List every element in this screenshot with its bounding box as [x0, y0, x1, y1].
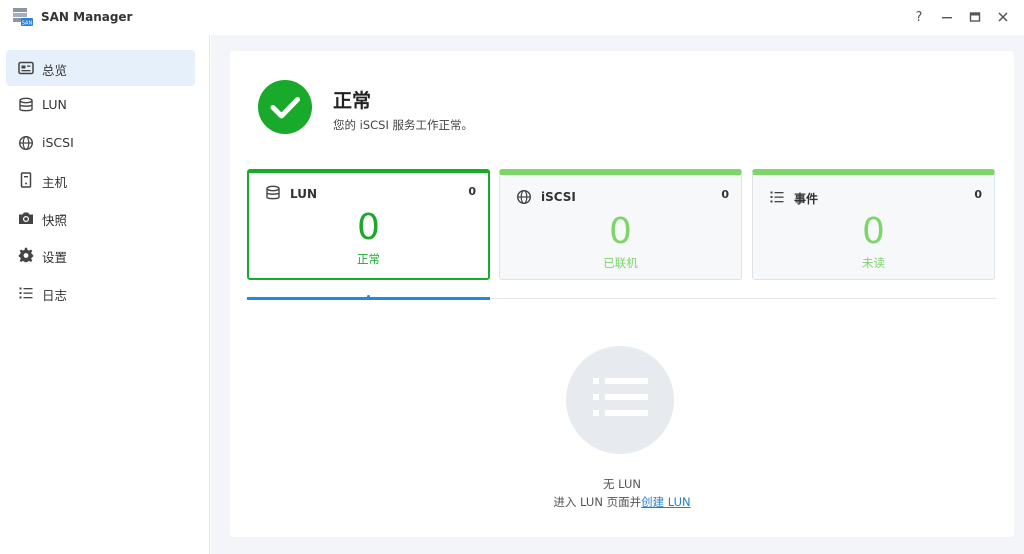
main-content: 正常 您的 iSCSI 服务工作正常。 LUN 0 0 正常 iSCSI 0 0… — [211, 35, 1024, 554]
card-value: 0 — [609, 211, 632, 252]
events-summary-card[interactable]: 事件 0 0 未读 — [752, 169, 995, 280]
close-button[interactable] — [994, 8, 1012, 26]
tab-indicator-dot — [367, 295, 370, 298]
globe-icon — [18, 135, 34, 151]
list-icon — [19, 287, 33, 299]
sidebar-item-settings[interactable]: 设置 — [6, 237, 195, 273]
sidebar-item-label: LUN — [42, 97, 67, 112]
card-count: 0 — [721, 188, 729, 201]
camera-icon — [19, 212, 33, 224]
card-value: 0 — [357, 207, 380, 248]
help-button[interactable]: ? — [910, 8, 928, 26]
card-label: LUN — [290, 187, 318, 201]
database-icon — [266, 185, 280, 200]
gear-icon — [18, 247, 34, 263]
minimize-icon — [942, 17, 952, 19]
app-title: SAN Manager — [41, 10, 133, 24]
card-sub-label: 正常 — [357, 252, 380, 266]
create-lun-link[interactable]: 创建 LUN — [641, 495, 691, 509]
status-description: 您的 iSCSI 服务工作正常。 — [333, 118, 474, 132]
sidebar-item-overview[interactable]: 总览 — [6, 50, 195, 86]
sidebar-item-label: iSCSI — [42, 135, 74, 150]
sidebar-item-label: 日志 — [42, 288, 68, 303]
card-label: 事件 — [794, 192, 819, 206]
database-icon — [19, 97, 33, 112]
list-icon — [770, 191, 784, 203]
status-title: 正常 — [333, 90, 372, 112]
card-value: 0 — [862, 211, 885, 252]
minimize-button[interactable] — [938, 8, 956, 26]
help-icon: ? — [915, 9, 923, 25]
sidebar-item-label: 设置 — [42, 250, 68, 265]
sidebar-item-snapshot[interactable]: 快照 — [6, 200, 195, 236]
iscsi-summary-card[interactable]: iSCSI 0 0 已联机 — [499, 169, 742, 280]
card-count: 0 — [468, 185, 476, 198]
card-sub-label: 未读 — [862, 256, 885, 270]
list-icon — [593, 378, 648, 416]
san-manager-window: SAN SAN Manager ? 总览 LUN iSCSI 主机 快照 设置 … — [0, 0, 1024, 554]
maximize-button[interactable] — [966, 8, 984, 26]
status-ok-icon — [258, 80, 312, 134]
sidebar-item-label: 总览 — [42, 63, 68, 78]
card-sub-label: 已联机 — [603, 256, 638, 270]
sidebar-item-host[interactable]: 主机 — [6, 162, 195, 198]
empty-list-icon — [566, 346, 674, 454]
sidebar-item-label: 快照 — [42, 213, 68, 228]
empty-state-hint: 进入 LUN 页面并创建 LUN — [230, 494, 1014, 510]
card-count: 0 — [974, 188, 982, 201]
checkmark-icon — [270, 97, 300, 119]
card-label: iSCSI — [541, 190, 576, 204]
maximize-icon — [969, 12, 981, 22]
sidebar: 总览 LUN iSCSI 主机 快照 设置 日志 — [0, 35, 210, 554]
lun-summary-card[interactable]: LUN 0 0 正常 — [247, 169, 490, 280]
host-icon — [20, 172, 32, 188]
close-icon — [998, 12, 1008, 22]
sidebar-item-iscsi[interactable]: iSCSI — [6, 125, 195, 161]
sidebar-item-lun[interactable]: LUN — [6, 87, 195, 123]
sidebar-item-label: 主机 — [42, 175, 68, 190]
svg-text:SAN: SAN — [22, 21, 33, 27]
title-bar: SAN SAN Manager ? — [0, 0, 1024, 35]
sidebar-item-log[interactable]: 日志 — [6, 275, 195, 311]
san-manager-app-icon: SAN — [13, 8, 33, 27]
empty-state-title: 无 LUN — [602, 477, 641, 491]
overview-icon — [18, 61, 34, 75]
globe-icon — [516, 189, 532, 205]
overview-panel: 正常 您的 iSCSI 服务工作正常。 LUN 0 0 正常 iSCSI 0 0… — [230, 51, 1014, 537]
empty-state-hint-text: 进入 LUN 页面并 — [553, 495, 642, 509]
